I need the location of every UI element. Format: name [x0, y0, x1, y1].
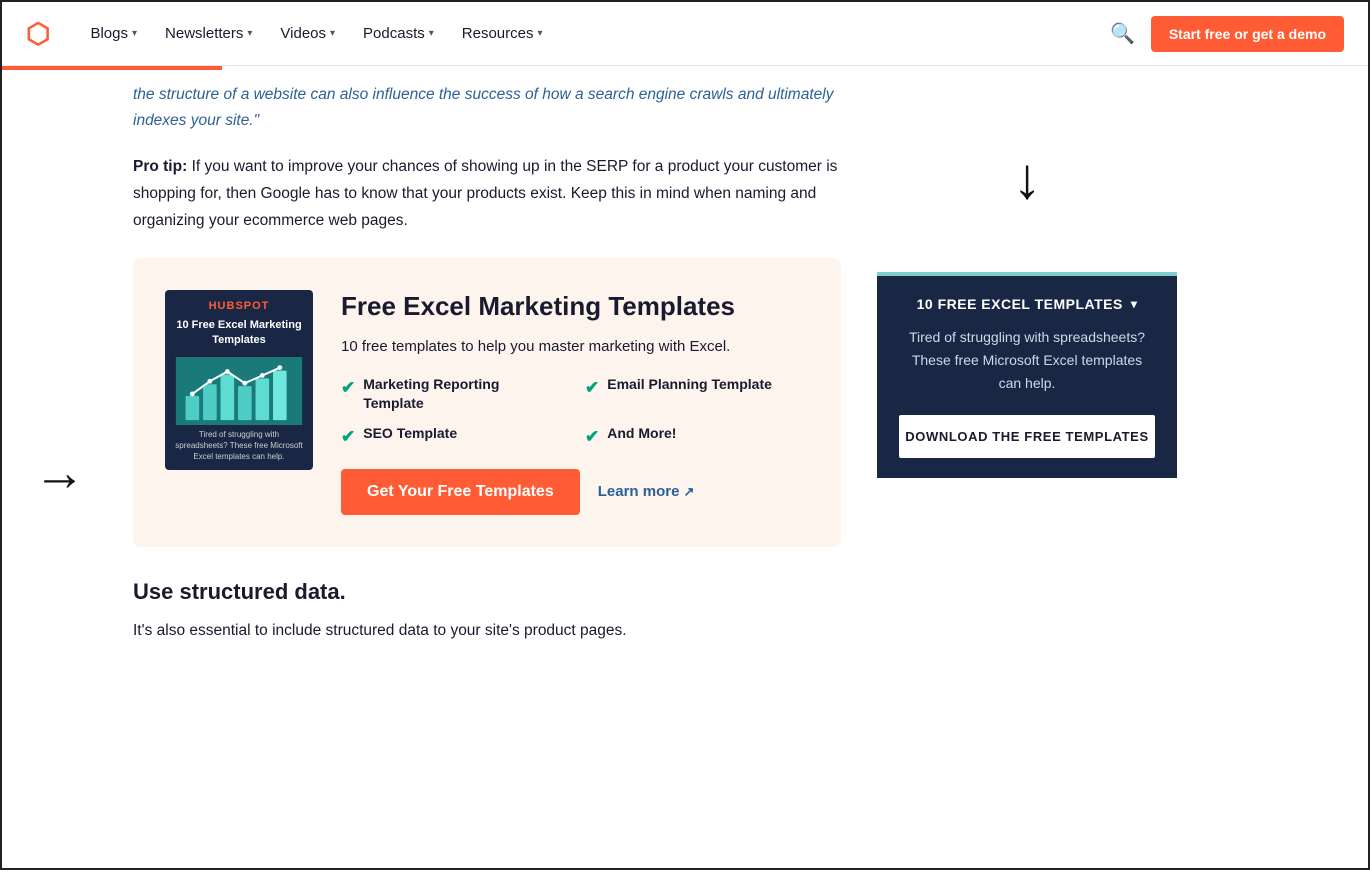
- chevron-icon-blogs: ▾: [132, 28, 137, 39]
- book-cover-subtitle: Tired of struggling with spreadsheets? T…: [173, 429, 305, 463]
- nav-item-blogs[interactable]: Blogs ▾: [78, 17, 149, 50]
- download-templates-button[interactable]: DOWNLOAD THE FREE TEMPLATES: [899, 415, 1155, 458]
- external-link-icon: ↗: [683, 484, 694, 500]
- right-arrow-icon: →: [34, 447, 86, 499]
- learn-more-text: Learn more: [598, 483, 680, 500]
- book-cover-logo: HUBSPOT: [209, 300, 270, 312]
- widget-body: Tired of struggling with spreadsheets? T…: [899, 326, 1155, 395]
- pro-tip-label: Pro tip:: [133, 158, 187, 175]
- cta-content: Free Excel Marketing Templates 10 free t…: [341, 290, 805, 514]
- nav-right: 🔍 Start free or get a demo: [1110, 16, 1344, 52]
- book-cover: HUBSPOT 10 Free Excel Marketing Template…: [165, 290, 313, 470]
- section-body: It's also essential to include structure…: [133, 617, 841, 644]
- hubspot-logo[interactable]: ⬡: [26, 17, 50, 50]
- nav-item-resources[interactable]: Resources ▾: [450, 17, 555, 50]
- book-cover-title: 10 Free Excel Marketing Templates: [173, 318, 305, 349]
- check-icon-1: ✔: [585, 376, 599, 400]
- chevron-down-icon: ▾: [1131, 297, 1138, 311]
- down-arrow-icon: ↓: [1013, 150, 1042, 208]
- right-panel: ↓ 10 FREE EXCEL TEMPLATES ▾ Tired of str…: [857, 70, 1197, 876]
- section-heading: Use structured data.: [133, 579, 841, 605]
- nav-label-blogs: Blogs: [90, 25, 128, 42]
- nav-label-podcasts: Podcasts: [363, 25, 425, 42]
- sticky-widget: 10 FREE EXCEL TEMPLATES ▾ Tired of strug…: [877, 272, 1177, 478]
- nav-items: Blogs ▾ Newsletters ▾ Videos ▾ Podcasts …: [78, 17, 1109, 50]
- nav-label-resources: Resources: [462, 25, 534, 42]
- main-content: → the structure of a website can also in…: [2, 70, 1368, 876]
- nav-label-videos: Videos: [280, 25, 326, 42]
- chevron-icon-newsletters: ▾: [247, 28, 252, 39]
- search-icon[interactable]: 🔍: [1110, 21, 1135, 46]
- italic-quote: the structure of a website can also infl…: [133, 82, 841, 135]
- check-label-0: Marketing Reporting Template: [363, 375, 561, 414]
- pro-tip-body: If you want to improve your chances of s…: [133, 158, 837, 229]
- nav-label-newsletters: Newsletters: [165, 25, 243, 42]
- cta-heading: Free Excel Marketing Templates: [341, 290, 805, 323]
- check-icon-3: ✔: [585, 425, 599, 449]
- get-templates-button[interactable]: Get Your Free Templates: [341, 469, 580, 515]
- check-icon-2: ✔: [341, 425, 355, 449]
- check-item-0: ✔ Marketing Reporting Template: [341, 375, 561, 414]
- widget-title-text: 10 FREE EXCEL TEMPLATES: [917, 296, 1123, 312]
- check-item-1: ✔ Email Planning Template: [585, 375, 805, 414]
- check-label-3: And More!: [607, 424, 676, 444]
- check-icon-0: ✔: [341, 376, 355, 400]
- nav-item-newsletters[interactable]: Newsletters ▾: [153, 17, 264, 50]
- cta-subtext: 10 free templates to help you master mar…: [341, 335, 805, 359]
- article-area: the structure of a website can also infl…: [117, 70, 857, 876]
- start-free-button[interactable]: Start free or get a demo: [1151, 16, 1344, 52]
- book-cover-graphic: [173, 357, 305, 425]
- navbar: ⬡ Blogs ▾ Newsletters ▾ Videos ▾ Podcast…: [2, 2, 1368, 66]
- chevron-icon-resources: ▾: [537, 28, 542, 39]
- nav-item-videos[interactable]: Videos ▾: [268, 17, 347, 50]
- left-arrow-area: →: [2, 70, 117, 876]
- check-item-3: ✔ And More!: [585, 424, 805, 449]
- learn-more-link[interactable]: Learn more ↗: [598, 483, 695, 500]
- nav-item-podcasts[interactable]: Podcasts ▾: [351, 17, 446, 50]
- pro-tip-block: Pro tip: If you want to improve your cha…: [133, 153, 841, 234]
- chevron-icon-videos: ▾: [330, 28, 335, 39]
- widget-title: 10 FREE EXCEL TEMPLATES ▾: [899, 296, 1155, 312]
- chevron-icon-podcasts: ▾: [429, 28, 434, 39]
- cta-box: HUBSPOT 10 Free Excel Marketing Template…: [133, 258, 841, 546]
- cta-actions: Get Your Free Templates Learn more ↗: [341, 469, 805, 515]
- check-label-2: SEO Template: [363, 424, 457, 444]
- checklist: ✔ Marketing Reporting Template ✔ Email P…: [341, 375, 805, 449]
- check-label-1: Email Planning Template: [607, 375, 772, 395]
- check-item-2: ✔ SEO Template: [341, 424, 561, 449]
